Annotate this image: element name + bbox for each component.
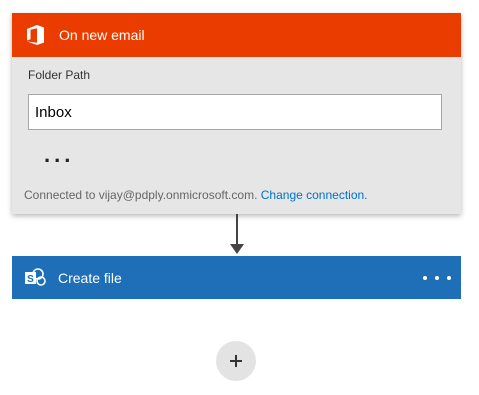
ellipsis-dot (447, 275, 451, 280)
svg-text:S: S (27, 274, 34, 285)
trigger-body: Folder Path ... Connected to vijay@pdply… (12, 57, 461, 214)
more-options-button[interactable]: ... (44, 144, 74, 166)
office-icon (27, 25, 44, 45)
plus-icon (230, 355, 242, 367)
ellipsis-dot (423, 275, 427, 280)
trigger-title: On new email (59, 27, 145, 43)
add-step-button[interactable] (216, 341, 256, 381)
connection-text: Connected to vijay@pdply.onmicrosoft.com… (24, 188, 258, 202)
action-card[interactable]: S Create file (12, 256, 461, 299)
action-title: Create file (58, 269, 122, 286)
action-menu-button[interactable] (423, 268, 451, 288)
trigger-card: On new email Folder Path ... Connected t… (12, 13, 461, 214)
ellipsis-dot (435, 275, 439, 280)
folder-path-input[interactable] (28, 94, 442, 130)
sharepoint-icon: S (25, 267, 46, 286)
trigger-header[interactable]: On new email (12, 13, 461, 57)
connection-status: Connected to vijay@pdply.onmicrosoft.com… (24, 188, 368, 202)
down-arrow-icon (230, 214, 244, 254)
folder-path-label: Folder Path (28, 68, 91, 82)
change-connection-link[interactable]: Change connection. (261, 188, 368, 202)
